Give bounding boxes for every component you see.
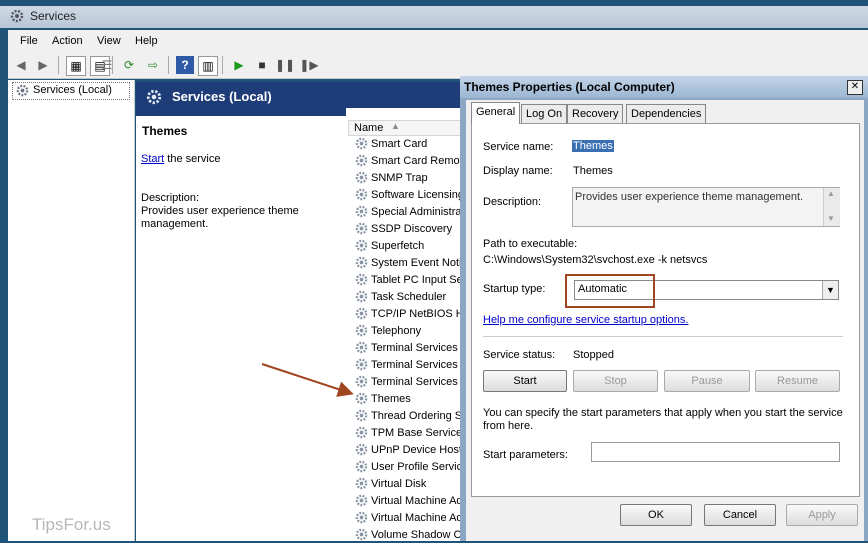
start-button[interactable]: Start [483, 370, 567, 392]
tab-recovery[interactable]: Recovery [567, 104, 624, 123]
annotation-highlight-box [565, 274, 655, 308]
tab-dependencies[interactable]: Dependencies [626, 104, 707, 123]
stop-button[interactable]: Stop [573, 370, 658, 392]
startup-type-label: Startup type: [483, 283, 546, 295]
ok-button[interactable]: OK [620, 504, 692, 526]
description-text: Provides user experience theme managemen… [575, 191, 804, 203]
service-name-label: Service name: [483, 141, 554, 153]
display-name-value[interactable]: Themes [573, 165, 613, 177]
description-textbox[interactable]: Provides user experience theme managemen… [572, 187, 840, 227]
themes-properties-dialog: Themes Properties (Local Computer) ✕ Gen… [460, 76, 868, 541]
service-status-value: Stopped [573, 349, 614, 361]
path-label: Path to executable: [483, 238, 578, 250]
annotation-arrow [261, 363, 354, 397]
service-name-value[interactable]: Themes [572, 140, 614, 152]
dialog-title-bar: Themes Properties (Local Computer) ✕ [460, 76, 868, 98]
service-status-label: Service status: [483, 349, 556, 361]
divider [483, 336, 843, 337]
tab-general[interactable]: General [471, 102, 521, 124]
start-parameters-note: You can specify the start parameters tha… [483, 407, 843, 419]
general-tab-panel: Service name: Themes Display name: Theme… [471, 123, 860, 497]
tab-log-on[interactable]: Log On [521, 104, 568, 123]
path-value: C:\Windows\System32\svchost.exe -k netsv… [483, 254, 708, 266]
start-parameters-note: from here. [483, 420, 534, 432]
dialog-body: General Log On Recovery Dependencies Ser… [466, 100, 864, 541]
chevron-down-icon[interactable]: ▼ [822, 281, 838, 299]
close-icon[interactable]: ✕ [847, 80, 863, 95]
apply-button[interactable]: Apply [786, 504, 858, 526]
resume-button[interactable]: Resume [755, 370, 840, 392]
start-parameters-label: Start parameters: [483, 449, 568, 461]
cancel-button[interactable]: Cancel [704, 504, 776, 526]
pause-button[interactable]: Pause [664, 370, 750, 392]
watermark: TipsFor.us [16, 510, 134, 540]
dialog-title: Themes Properties (Local Computer) [464, 80, 675, 94]
help-configure-link[interactable]: Help me configure service startup option… [483, 314, 688, 326]
scroll-up-icon[interactable]: ▲ [827, 189, 835, 198]
scroll-down-icon[interactable]: ▼ [827, 214, 835, 223]
display-name-label: Display name: [483, 165, 553, 177]
scrollbar[interactable]: ▲ ▼ [823, 188, 840, 226]
description-label: Description: [483, 196, 542, 208]
start-parameters-input[interactable] [591, 442, 840, 462]
